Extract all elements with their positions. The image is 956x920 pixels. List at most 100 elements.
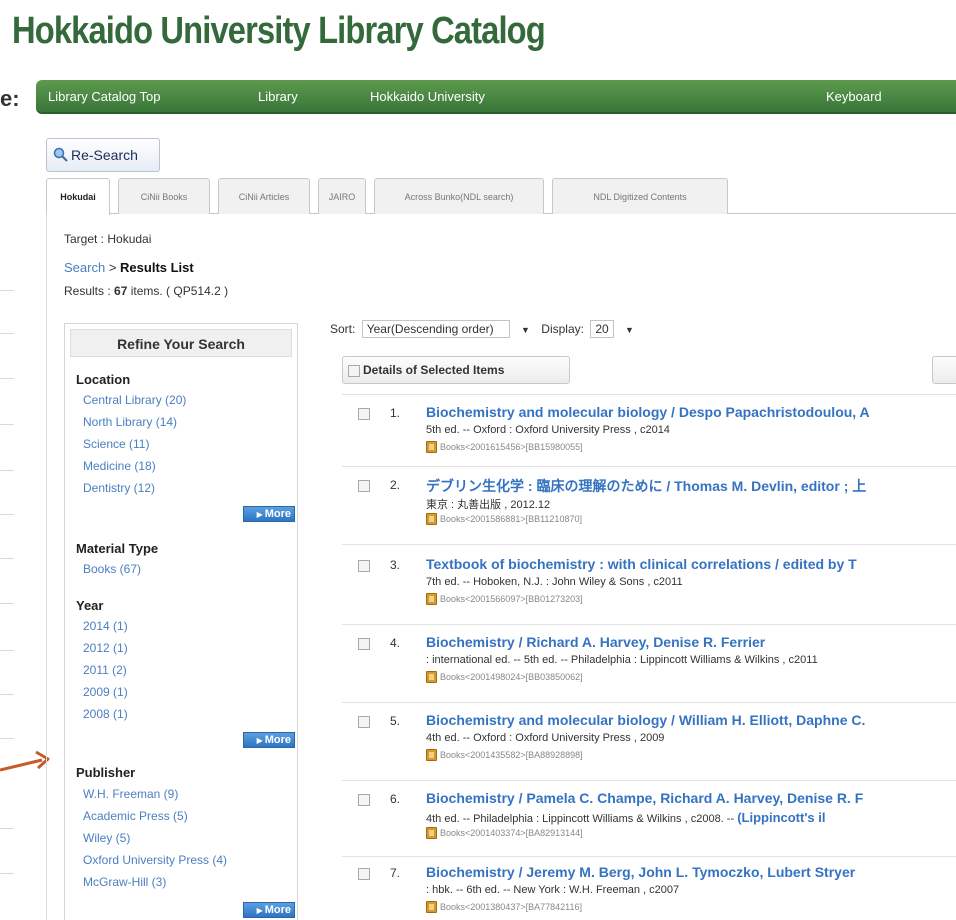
breadcrumb-current: Results List	[120, 260, 194, 275]
facet-year-item[interactable]: 2011 (2)	[83, 663, 127, 677]
facet-publisher-item[interactable]: McGraw-Hill (3)	[83, 875, 166, 889]
breadcrumb-search-link[interactable]: Search	[64, 260, 105, 275]
triangle-icon: ▶	[256, 509, 263, 519]
display-label: Display:	[541, 322, 584, 336]
book-icon	[426, 513, 437, 525]
tab-cinii-books[interactable]: CiNii Books	[118, 178, 210, 214]
results-prefix: Results :	[64, 284, 115, 298]
facet-publisher-title: Publisher	[76, 765, 136, 780]
result-meta-text[interactable]: Books<2001498024>[BB03850062]	[440, 672, 583, 682]
tab-jairo[interactable]: JAIRO	[318, 178, 366, 214]
result-checkbox[interactable]	[358, 638, 370, 650]
display-value: 20	[595, 322, 609, 336]
nav-hokkaido-university[interactable]: Hokkaido University	[370, 89, 485, 104]
result-title-link[interactable]: Textbook of biochemistry : with clinical…	[426, 556, 857, 572]
edge-divider	[0, 558, 14, 559]
tab-across-bunko[interactable]: Across Bunko(NDL search)	[374, 178, 544, 214]
nav-library-catalog-top[interactable]: Library Catalog Top	[48, 89, 161, 104]
facet-location-item[interactable]: Central Library (20)	[83, 393, 186, 407]
sort-dropdown-icon[interactable]: ▼	[521, 325, 530, 335]
result-number: 5.	[390, 714, 401, 728]
facet-location-item[interactable]: Medicine (18)	[83, 459, 156, 473]
facet-material-type-item[interactable]: Books (67)	[83, 562, 141, 576]
right-toolbar-button[interactable]: S	[932, 356, 956, 384]
result-checkbox[interactable]	[358, 480, 370, 492]
result-checkbox[interactable]	[358, 794, 370, 806]
result-meta-text[interactable]: Books<2001615456>[BB15980055]	[440, 442, 583, 452]
result-number: 2.	[390, 478, 401, 492]
result-checkbox[interactable]	[358, 560, 370, 572]
result-publication: 4th ed. -- Philadelphia : Lippincott Wil…	[426, 810, 826, 825]
result-meta-text[interactable]: Books<2001380437>[BA77842116]	[440, 902, 582, 912]
result-series-link[interactable]: (Lippincott's il	[737, 810, 825, 825]
result-item: 7. Biochemistry / Jeremy M. Berg, John L…	[352, 864, 956, 920]
edge-divider	[0, 603, 14, 604]
facet-year-item[interactable]: 2008 (1)	[83, 707, 128, 721]
breadcrumb: Search > Results List	[64, 260, 194, 275]
result-checkbox[interactable]	[358, 408, 370, 420]
result-divider	[342, 544, 956, 545]
details-selected-button[interactable]: Details of Selected Items	[342, 356, 570, 384]
result-checkbox[interactable]	[358, 868, 370, 880]
result-publication: 4th ed. -- Oxford : Oxford University Pr…	[426, 732, 664, 744]
facet-year-item[interactable]: 2009 (1)	[83, 685, 128, 699]
result-item: 2. デブリン生化学 : 臨床の理解のために / Thomas M. Devli…	[352, 476, 956, 536]
edge-divider	[0, 378, 14, 379]
facet-publisher-item[interactable]: W.H. Freeman (9)	[83, 787, 178, 801]
result-publication: : international ed. -- 5th ed. -- Philad…	[426, 654, 818, 666]
result-title-link[interactable]: Biochemistry / Pamela C. Champe, Richard…	[426, 790, 863, 806]
result-publication: 7th ed. -- Hoboken, N.J. : John Wiley & …	[426, 576, 683, 588]
tab-ndl-digitized[interactable]: NDL Digitized Contents	[552, 178, 728, 214]
result-pub-text: 7th ed. -- Hoboken, N.J. : John Wiley & …	[426, 576, 683, 588]
result-title-link[interactable]: Biochemistry and molecular biology / Wil…	[426, 712, 865, 728]
result-pub-text: 東京 : 丸善出版 , 2012.12	[426, 499, 551, 511]
search-icon	[53, 147, 68, 162]
sort-select[interactable]: Year(Descending order)	[361, 320, 510, 338]
result-number: 4.	[390, 636, 401, 650]
select-all-checkbox[interactable]	[348, 365, 360, 377]
result-title-link[interactable]: Biochemistry and molecular biology / Des…	[426, 404, 870, 420]
nav-library[interactable]: Library	[258, 89, 298, 104]
year-more-button[interactable]: ▶ More	[243, 732, 295, 748]
tab-cinii-articles[interactable]: CiNii Articles	[218, 178, 310, 214]
location-more-button[interactable]: ▶ More	[243, 506, 295, 522]
result-pub-text: 4th ed. -- Oxford : Oxford University Pr…	[426, 732, 665, 744]
result-meta-text[interactable]: Books<2001435582>[BA88928898]	[440, 750, 583, 760]
book-icon	[426, 827, 437, 839]
result-title-link[interactable]: Biochemistry / Jeremy M. Berg, John L. T…	[426, 864, 855, 880]
result-divider	[342, 624, 956, 625]
result-meta: Books<2001586881>[BB11210870]	[426, 513, 582, 525]
facet-year-item[interactable]: 2014 (1)	[83, 619, 128, 633]
facet-location-item[interactable]: Dentistry (12)	[83, 481, 155, 495]
edge-divider	[0, 873, 14, 874]
facet-publisher-item[interactable]: Academic Press (5)	[83, 809, 188, 823]
page-title: Hokkaido University Library Catalog	[12, 10, 546, 52]
publisher-more-button[interactable]: ▶ More	[243, 902, 295, 918]
result-title-link[interactable]: デブリン生化学 : 臨床の理解のために / Thomas M. Devlin, …	[426, 476, 866, 496]
result-meta-text[interactable]: Books<2001403374>[BA82913144]	[440, 828, 583, 838]
sort-display-bar: Sort: Year(Descending order) ▼ Display: …	[330, 320, 642, 338]
facet-location-item[interactable]: Science (11)	[83, 437, 149, 451]
facet-year-item[interactable]: 2012 (1)	[83, 641, 128, 655]
book-icon	[426, 901, 437, 913]
facet-location-item[interactable]: North Library (14)	[83, 415, 177, 429]
result-checkbox[interactable]	[358, 716, 370, 728]
facet-publisher-item[interactable]: Wiley (5)	[83, 831, 130, 845]
re-search-label: Re-Search	[71, 147, 138, 163]
result-number: 3.	[390, 558, 401, 572]
results-count: 67	[114, 284, 128, 298]
result-meta: Books<2001615456>[BB15980055]	[426, 441, 583, 453]
left-page-edge: e:	[0, 0, 20, 920]
tab-hokudai[interactable]: Hokudai	[46, 178, 110, 215]
display-select[interactable]: 20	[590, 320, 614, 338]
result-divider	[342, 780, 956, 781]
facet-publisher-item[interactable]: Oxford University Press (4)	[83, 853, 227, 867]
nav-keyboard[interactable]: Keyboard	[826, 89, 882, 104]
result-title-link[interactable]: Biochemistry / Richard A. Harvey, Denise…	[426, 634, 765, 650]
re-search-button[interactable]: Re-Search	[46, 138, 160, 172]
result-meta-text[interactable]: Books<2001566097>[BB01273203]	[440, 594, 583, 604]
result-meta: Books<2001435582>[BA88928898]	[426, 749, 583, 761]
result-meta-text[interactable]: Books<2001586881>[BB11210870]	[440, 514, 582, 524]
display-dropdown-icon[interactable]: ▼	[625, 325, 634, 335]
result-divider	[342, 394, 956, 395]
